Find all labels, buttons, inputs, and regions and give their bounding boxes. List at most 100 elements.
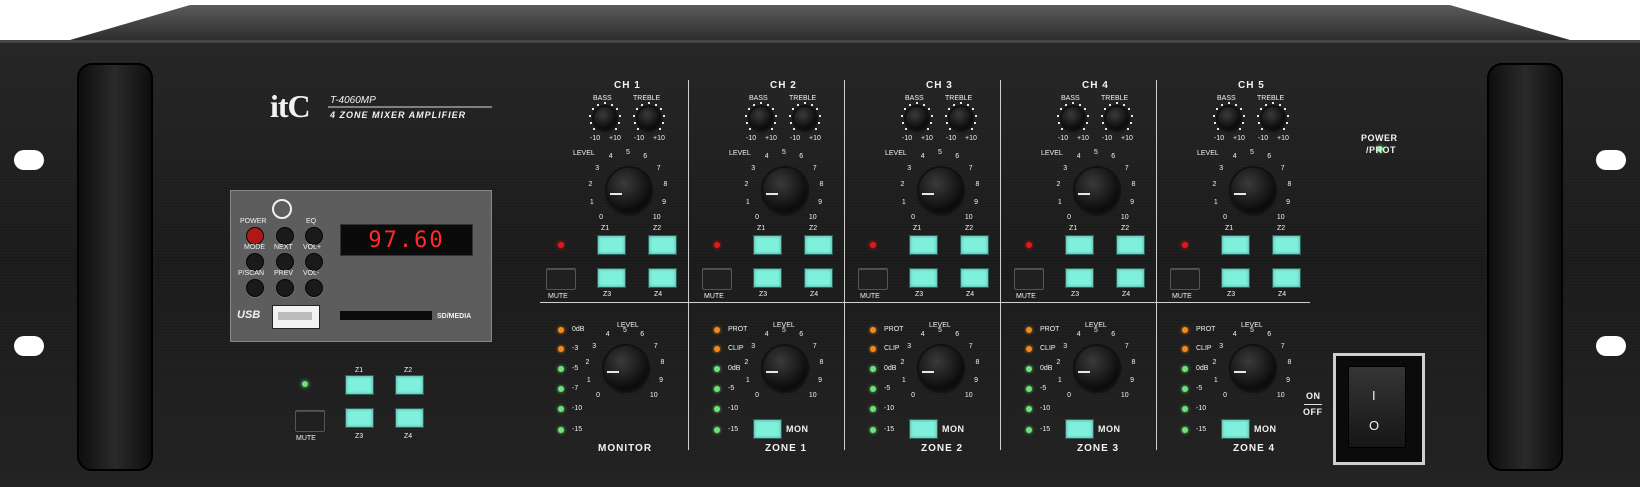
usb-port[interactable] xyxy=(272,305,320,329)
ch1-level-knob[interactable] xyxy=(607,168,651,212)
ch5-mute-button[interactable] xyxy=(1170,268,1200,290)
ch4-scale-0: 0 xyxy=(1067,213,1071,221)
zone3-level-knob[interactable] xyxy=(1075,346,1119,390)
ch3-bass-knob[interactable] xyxy=(906,107,928,129)
ch1-z3-button[interactable] xyxy=(597,268,626,288)
ch1-z1-button[interactable] xyxy=(597,235,626,255)
ch3-z2-button[interactable] xyxy=(960,235,989,255)
zone1-level-knob[interactable] xyxy=(763,346,807,390)
zone1-scale-8: 8 xyxy=(819,359,824,367)
zone3-meter-led-5 xyxy=(1026,427,1032,433)
player-pscan-button[interactable] xyxy=(246,279,264,297)
paging-z3-button[interactable] xyxy=(345,408,374,428)
ch4-z2-button[interactable] xyxy=(1116,235,1145,255)
player-voldown-button[interactable] xyxy=(305,279,323,297)
ch4-z1-button[interactable] xyxy=(1065,235,1094,255)
power-rocker-switch[interactable] xyxy=(1348,366,1406,448)
zone1-mon-button[interactable] xyxy=(753,419,782,439)
ch1-knob-indicator xyxy=(610,193,623,195)
ch3-bass-tick xyxy=(901,114,904,117)
brand-logo: itC xyxy=(270,88,311,124)
ch4-z3-button[interactable] xyxy=(1065,268,1094,288)
zone1-meter-led-2 xyxy=(714,366,720,372)
ch2-z2-button[interactable] xyxy=(804,235,833,255)
ch3-level-knob[interactable] xyxy=(919,168,963,212)
ch2-bass-tick xyxy=(770,127,773,130)
player-volup-button[interactable] xyxy=(305,253,323,271)
ch1-treble-knob[interactable] xyxy=(638,107,660,129)
ch1-z4-button[interactable] xyxy=(648,268,677,288)
zone4-mon-button[interactable] xyxy=(1221,419,1250,439)
ch2-bass-knob[interactable] xyxy=(750,107,772,129)
ch4-bass-tick xyxy=(1078,103,1081,106)
display-readout: 97.60 xyxy=(368,228,445,253)
ch3-treble-max: +10 xyxy=(965,135,977,142)
ch5-z3-button[interactable] xyxy=(1221,268,1250,288)
ch4-treble-knob[interactable] xyxy=(1106,107,1128,129)
ch5-z1-button[interactable] xyxy=(1221,235,1250,255)
ch2-treble-knob[interactable] xyxy=(794,107,816,129)
sd-card-slot[interactable] xyxy=(340,311,432,320)
ch5-z2-button[interactable] xyxy=(1272,235,1301,255)
ch4-z4-button[interactable] xyxy=(1116,268,1145,288)
ch4-treble-tick xyxy=(1116,102,1118,104)
ch4-bass-tick xyxy=(1086,114,1089,117)
ch1-bass-tick xyxy=(589,121,592,124)
ch2-level-knob[interactable] xyxy=(763,168,807,212)
zone3-scale-2: 2 xyxy=(1056,359,1061,367)
ch3-scale-1: 1 xyxy=(901,198,906,206)
ch1-bass-knob[interactable] xyxy=(594,107,616,129)
monitor-level-knob[interactable] xyxy=(604,346,648,390)
ch3-z4-button[interactable] xyxy=(960,268,989,288)
ch5-treble-knob[interactable] xyxy=(1262,107,1284,129)
ch5-level-knob[interactable] xyxy=(1231,168,1275,212)
ch5-scale-0: 0 xyxy=(1223,213,1227,221)
ch3-z3-button[interactable] xyxy=(909,268,938,288)
ch4-scale-5: 5 xyxy=(1094,149,1098,156)
paging-mute-button[interactable] xyxy=(295,410,325,432)
paging-z2-button[interactable] xyxy=(395,375,424,395)
ch2-scale-2: 2 xyxy=(744,181,749,189)
ch2-z3-button[interactable] xyxy=(753,268,782,288)
ch2-z4-button[interactable] xyxy=(804,268,833,288)
paging-z4-button[interactable] xyxy=(395,408,424,428)
zone2-level-knob[interactable] xyxy=(919,346,963,390)
zone4-meter-led-1 xyxy=(1182,346,1188,352)
ch5-z3-label: Z3 xyxy=(1227,291,1236,298)
paging-z1-button[interactable] xyxy=(345,375,374,395)
ch4-bass-knob[interactable] xyxy=(1062,107,1084,129)
ch4-level-knob[interactable] xyxy=(1075,168,1119,212)
ch3-treble-knob[interactable] xyxy=(950,107,972,129)
player-next-button[interactable] xyxy=(276,253,294,271)
zone4-meter-label-4: -10 xyxy=(1196,405,1207,412)
ch2-z1-button[interactable] xyxy=(753,235,782,255)
zone1-scale-1: 1 xyxy=(745,376,750,384)
zone3-mon-button[interactable] xyxy=(1065,419,1094,439)
player-mode-button[interactable] xyxy=(246,253,264,271)
zone2-scale-6: 6 xyxy=(955,331,960,339)
ch5-level-label: LEVEL xyxy=(1197,150,1219,157)
ch3-z1-button[interactable] xyxy=(909,235,938,255)
player-power-button[interactable] xyxy=(246,227,264,245)
zone2-scale-5: 5 xyxy=(938,327,942,334)
player-blank-button[interactable] xyxy=(276,227,294,245)
ch4-title: CH 4 xyxy=(1082,80,1109,91)
ch4-z1-label: Z1 xyxy=(1069,225,1078,232)
ch3-treble-tick xyxy=(949,127,952,130)
ch4-mute-button[interactable] xyxy=(1014,268,1044,290)
player-prev-button[interactable] xyxy=(276,279,294,297)
zone2-meter-led-3 xyxy=(870,386,876,392)
player-eq-button[interactable] xyxy=(305,227,323,245)
ch2-mute-button[interactable] xyxy=(702,268,732,290)
ch2-treble-tick xyxy=(818,114,821,117)
ch1-z2-button[interactable] xyxy=(648,235,677,255)
ch3-treble-tick xyxy=(953,103,956,106)
ch3-mute-button[interactable] xyxy=(858,268,888,290)
ch5-bass-knob[interactable] xyxy=(1218,107,1240,129)
zone4-level-knob[interactable] xyxy=(1231,346,1275,390)
ch5-z4-button[interactable] xyxy=(1272,268,1301,288)
zone2-mon-button[interactable] xyxy=(909,419,938,439)
zone4-meter-label-0: PROT xyxy=(1196,326,1216,333)
ch5-treble-tick xyxy=(1261,127,1264,130)
ch1-mute-button[interactable] xyxy=(546,268,576,290)
